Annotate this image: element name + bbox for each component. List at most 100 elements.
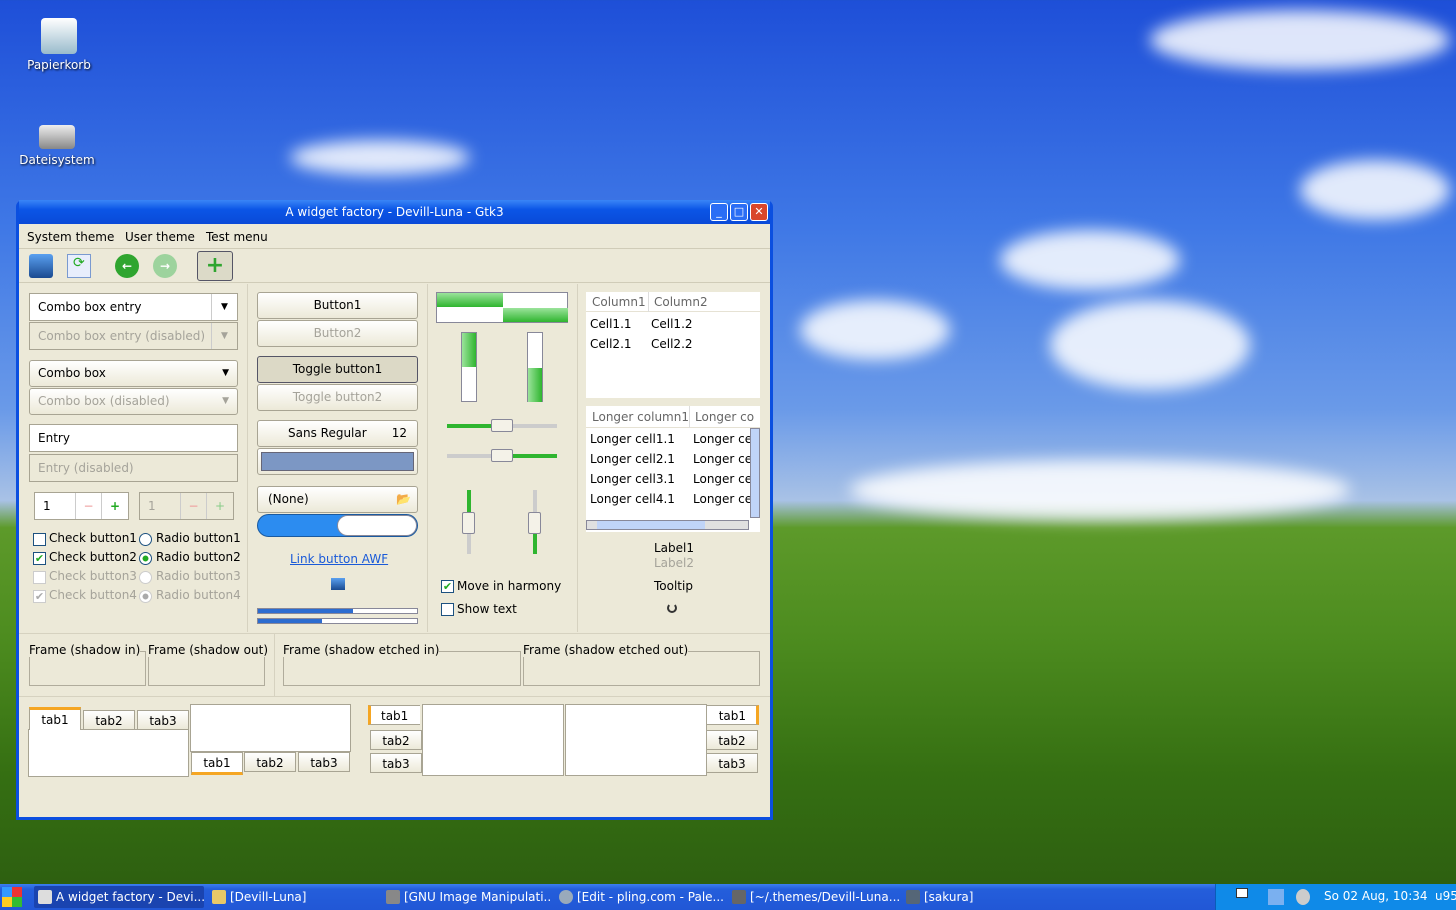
table-cell[interactable]: Longer cell2.1	[590, 452, 675, 466]
taskbar-item[interactable]: [Edit - pling.com - Pale...	[555, 886, 725, 908]
tab-2[interactable]: tab2	[370, 730, 422, 750]
taskbar-item-label: [GNU Image Manipulati...	[404, 890, 552, 904]
show-text-checkbox[interactable]	[441, 603, 454, 616]
font-name: Sans Regular	[288, 421, 367, 445]
minus-icon[interactable]: −	[75, 493, 101, 519]
table-cell[interactable]: Cell1.1	[590, 317, 632, 331]
desktop-icon-trash[interactable]: Papierkorb	[19, 18, 99, 72]
menu-test[interactable]: Test menu	[206, 230, 268, 244]
column-header[interactable]: Column1	[592, 292, 646, 312]
tab-3[interactable]: tab3	[137, 710, 189, 730]
editor-icon	[732, 890, 746, 904]
tab-3[interactable]: tab3	[298, 752, 350, 772]
home-icon[interactable]	[29, 254, 53, 278]
taskbar-item[interactable]: [Devill-Luna]	[208, 886, 378, 908]
checkbox-label: Check button3	[49, 569, 137, 583]
taskbar-item-label: [Devill-Luna]	[230, 890, 306, 904]
tree-view-1[interactable]: Column1 Column2 Cell1.1 Cell1.2 Cell2.1 …	[586, 292, 760, 398]
checkbox-1[interactable]	[33, 533, 46, 546]
vscale[interactable]	[467, 490, 471, 554]
menu-system-theme[interactable]: System theme	[27, 230, 114, 244]
taskbar-item[interactable]: A widget factory - Devi...	[34, 886, 204, 908]
hscale[interactable]	[447, 424, 557, 428]
close-button[interactable]: ✕	[750, 203, 768, 221]
table-cell[interactable]: Longer ce	[693, 452, 752, 466]
table-cell[interactable]: Longer ce	[693, 492, 752, 506]
taskbar: A widget factory - Devi... [Devill-Luna]…	[0, 884, 1456, 910]
move-in-harmony-checkbox[interactable]: ✔	[441, 580, 454, 593]
add-icon[interactable]: +	[197, 251, 233, 281]
slider-handle[interactable]	[462, 512, 475, 534]
tab-3[interactable]: tab3	[706, 753, 758, 773]
radio-1[interactable]	[139, 533, 152, 546]
refresh-icon[interactable]: ⟳	[67, 254, 91, 278]
volume-icon[interactable]	[1296, 889, 1310, 905]
taskbar-item[interactable]: [sakura]	[902, 886, 1072, 908]
hscale-2[interactable]	[447, 454, 557, 458]
combo-box-entry[interactable]: Combo box entry▼	[29, 293, 238, 321]
taskbar-item-label: [Edit - pling.com - Pale...	[577, 890, 724, 904]
taskbar-item-label: [~/.themes/Devill-Luna...	[750, 890, 900, 904]
tab-3[interactable]: tab3	[370, 753, 422, 773]
button1[interactable]: Button1	[257, 292, 418, 319]
back-icon[interactable]: ←	[115, 254, 139, 278]
table-cell[interactable]: Cell2.1	[590, 337, 632, 351]
table-cell[interactable]: Longer cell4.1	[590, 492, 675, 506]
radio-4-disabled	[139, 590, 152, 603]
network-icon[interactable]	[1268, 889, 1284, 905]
column-header[interactable]: Longer column1	[592, 406, 689, 428]
plus-icon[interactable]: +	[101, 493, 128, 519]
taskbar-item[interactable]: [GNU Image Manipulati...	[382, 886, 552, 908]
entry[interactable]: Entry	[29, 424, 238, 452]
table-cell[interactable]: Cell1.2	[651, 317, 693, 331]
table-cell[interactable]: Cell2.2	[651, 337, 693, 351]
system-tray: So 02 Aug, 10:34 u95	[1215, 884, 1456, 910]
slider-handle[interactable]	[491, 419, 513, 432]
forward-icon[interactable]: →	[153, 254, 177, 278]
column-header[interactable]: Longer co	[689, 406, 754, 428]
start-menu-icon[interactable]	[2, 887, 22, 907]
table-cell[interactable]: Longer cell1.1	[590, 432, 675, 446]
vscale-2[interactable]	[533, 490, 537, 554]
file-chooser-button[interactable]: (None)📂	[257, 486, 418, 513]
chevron-down-icon[interactable]: ▼	[211, 294, 237, 320]
tab-1[interactable]: tab1	[368, 705, 420, 725]
desktop-icon-filesystem[interactable]: Dateisystem	[17, 125, 97, 167]
spin-value: 1	[148, 499, 156, 513]
title-bar[interactable]: A widget factory - Devill-Luna - Gtk3 _ …	[19, 200, 770, 224]
taskbar-item[interactable]: [~/.themes/Devill-Luna...	[728, 886, 900, 908]
column-header[interactable]: Column2	[648, 292, 708, 312]
color-button[interactable]	[257, 448, 418, 475]
window-client: System theme User theme Test menu ⟳ ← → …	[19, 224, 770, 817]
tab-2[interactable]: tab2	[706, 730, 758, 750]
link-button[interactable]: Link button AWF	[290, 552, 388, 566]
vertical-scrollbar[interactable]	[750, 428, 760, 518]
table-cell[interactable]: Longer ce	[693, 432, 752, 446]
combo-box[interactable]: Combo box▼	[29, 360, 238, 387]
menu-user-theme[interactable]: User theme	[125, 230, 195, 244]
slider-handle[interactable]	[528, 512, 541, 534]
clock[interactable]: So 02 Aug, 10:34	[1324, 889, 1428, 903]
slider-handle[interactable]	[491, 449, 513, 462]
horizontal-scrollbar[interactable]	[586, 520, 749, 530]
tab-2[interactable]: tab2	[83, 710, 135, 730]
tab-1[interactable]: tab1	[29, 707, 81, 730]
checkbox-4-disabled: ✔	[33, 590, 46, 603]
switch-knob[interactable]	[337, 515, 417, 536]
toggle-button1[interactable]: Toggle button1	[257, 356, 418, 383]
table-cell[interactable]: Longer cell3.1	[590, 472, 675, 486]
home-icon[interactable]	[331, 578, 345, 590]
tab-2[interactable]: tab2	[244, 752, 296, 772]
tab-1[interactable]: tab1	[707, 705, 759, 725]
radio-2-selected[interactable]	[139, 552, 152, 565]
checkbox-2-checked[interactable]: ✔	[33, 552, 46, 565]
spin-button[interactable]: 1 − +	[34, 492, 129, 520]
table-cell[interactable]: Longer ce	[693, 472, 752, 486]
font-button[interactable]: Sans Regular12	[257, 420, 418, 447]
tab-1[interactable]: tab1	[191, 752, 243, 775]
minimize-button[interactable]: _	[710, 203, 728, 221]
tree-view-2[interactable]: Longer column1 Longer co Longer cell1.1 …	[586, 406, 760, 532]
show-desktop-icon[interactable]	[1236, 888, 1248, 898]
switch[interactable]	[257, 514, 418, 537]
maximize-button[interactable]: □	[730, 203, 748, 221]
